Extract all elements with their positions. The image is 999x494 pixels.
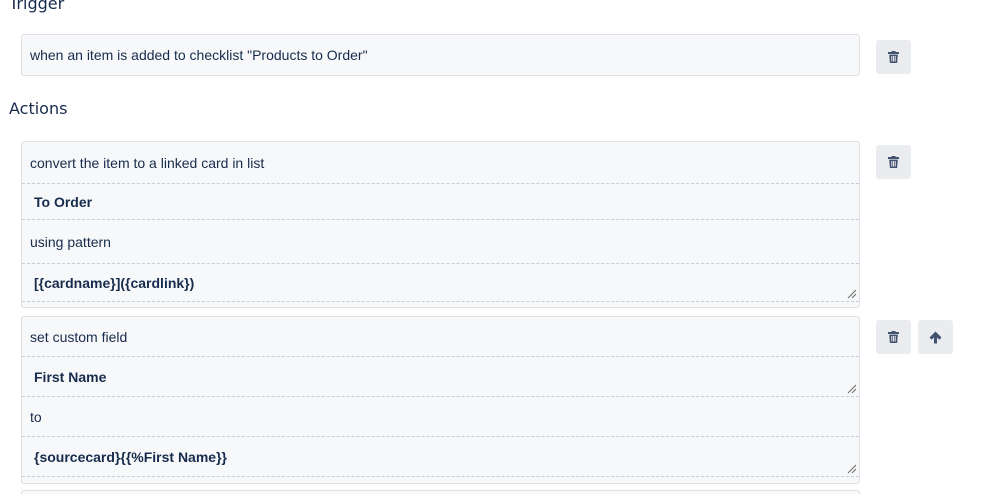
pattern-textarea[interactable]: [{cardname}]({cardlink}) [22,264,859,302]
trash-icon [888,51,899,63]
delete-action-button[interactable] [876,145,911,179]
resize-grip-icon[interactable] [847,289,857,299]
trash-icon [888,331,899,343]
pattern-value: [{cardname}]({cardlink}) [34,274,195,291]
trash-icon [888,156,899,168]
field-value-textarea[interactable]: {sourcecard}{{%First Name}} [22,437,859,477]
trigger-row: when an item is added to checklist "Prod… [22,35,859,75]
field-value: {sourcecard}{{%First Name}} [34,448,227,465]
actions-heading: Actions [9,99,68,118]
trigger-text: when an item is added to checklist "Prod… [30,47,368,63]
action-row: convert the item to a linked card in lis… [22,142,859,184]
action-text: set custom field [30,328,128,345]
arrow-up-icon [929,331,942,343]
field-name-textarea[interactable]: First Name [22,357,859,397]
list-value: To Order [34,193,93,210]
delete-action-button[interactable] [876,320,911,354]
action-card-convert: convert the item to a linked card in lis… [21,141,860,308]
action-row: to [22,397,859,437]
move-up-button[interactable] [918,320,953,354]
resize-grip-icon[interactable] [847,384,857,394]
delete-trigger-button[interactable] [876,40,911,74]
trigger-box[interactable]: when an item is added to checklist "Prod… [21,34,860,76]
action-row: using pattern [22,220,859,264]
field-name-value: First Name [34,368,107,385]
action-card-next [21,490,860,494]
resize-grip-icon[interactable] [847,464,857,474]
trigger-heading: Trigger [9,0,65,13]
action-text: using pattern [30,233,111,250]
list-select[interactable]: To Order [22,184,859,220]
action-text: convert the item to a linked card in lis… [30,154,265,171]
action-text: to [30,408,42,425]
action-row: set custom field [22,317,859,357]
action-card-custom-field: set custom field First Name to {sourceca… [21,316,860,484]
